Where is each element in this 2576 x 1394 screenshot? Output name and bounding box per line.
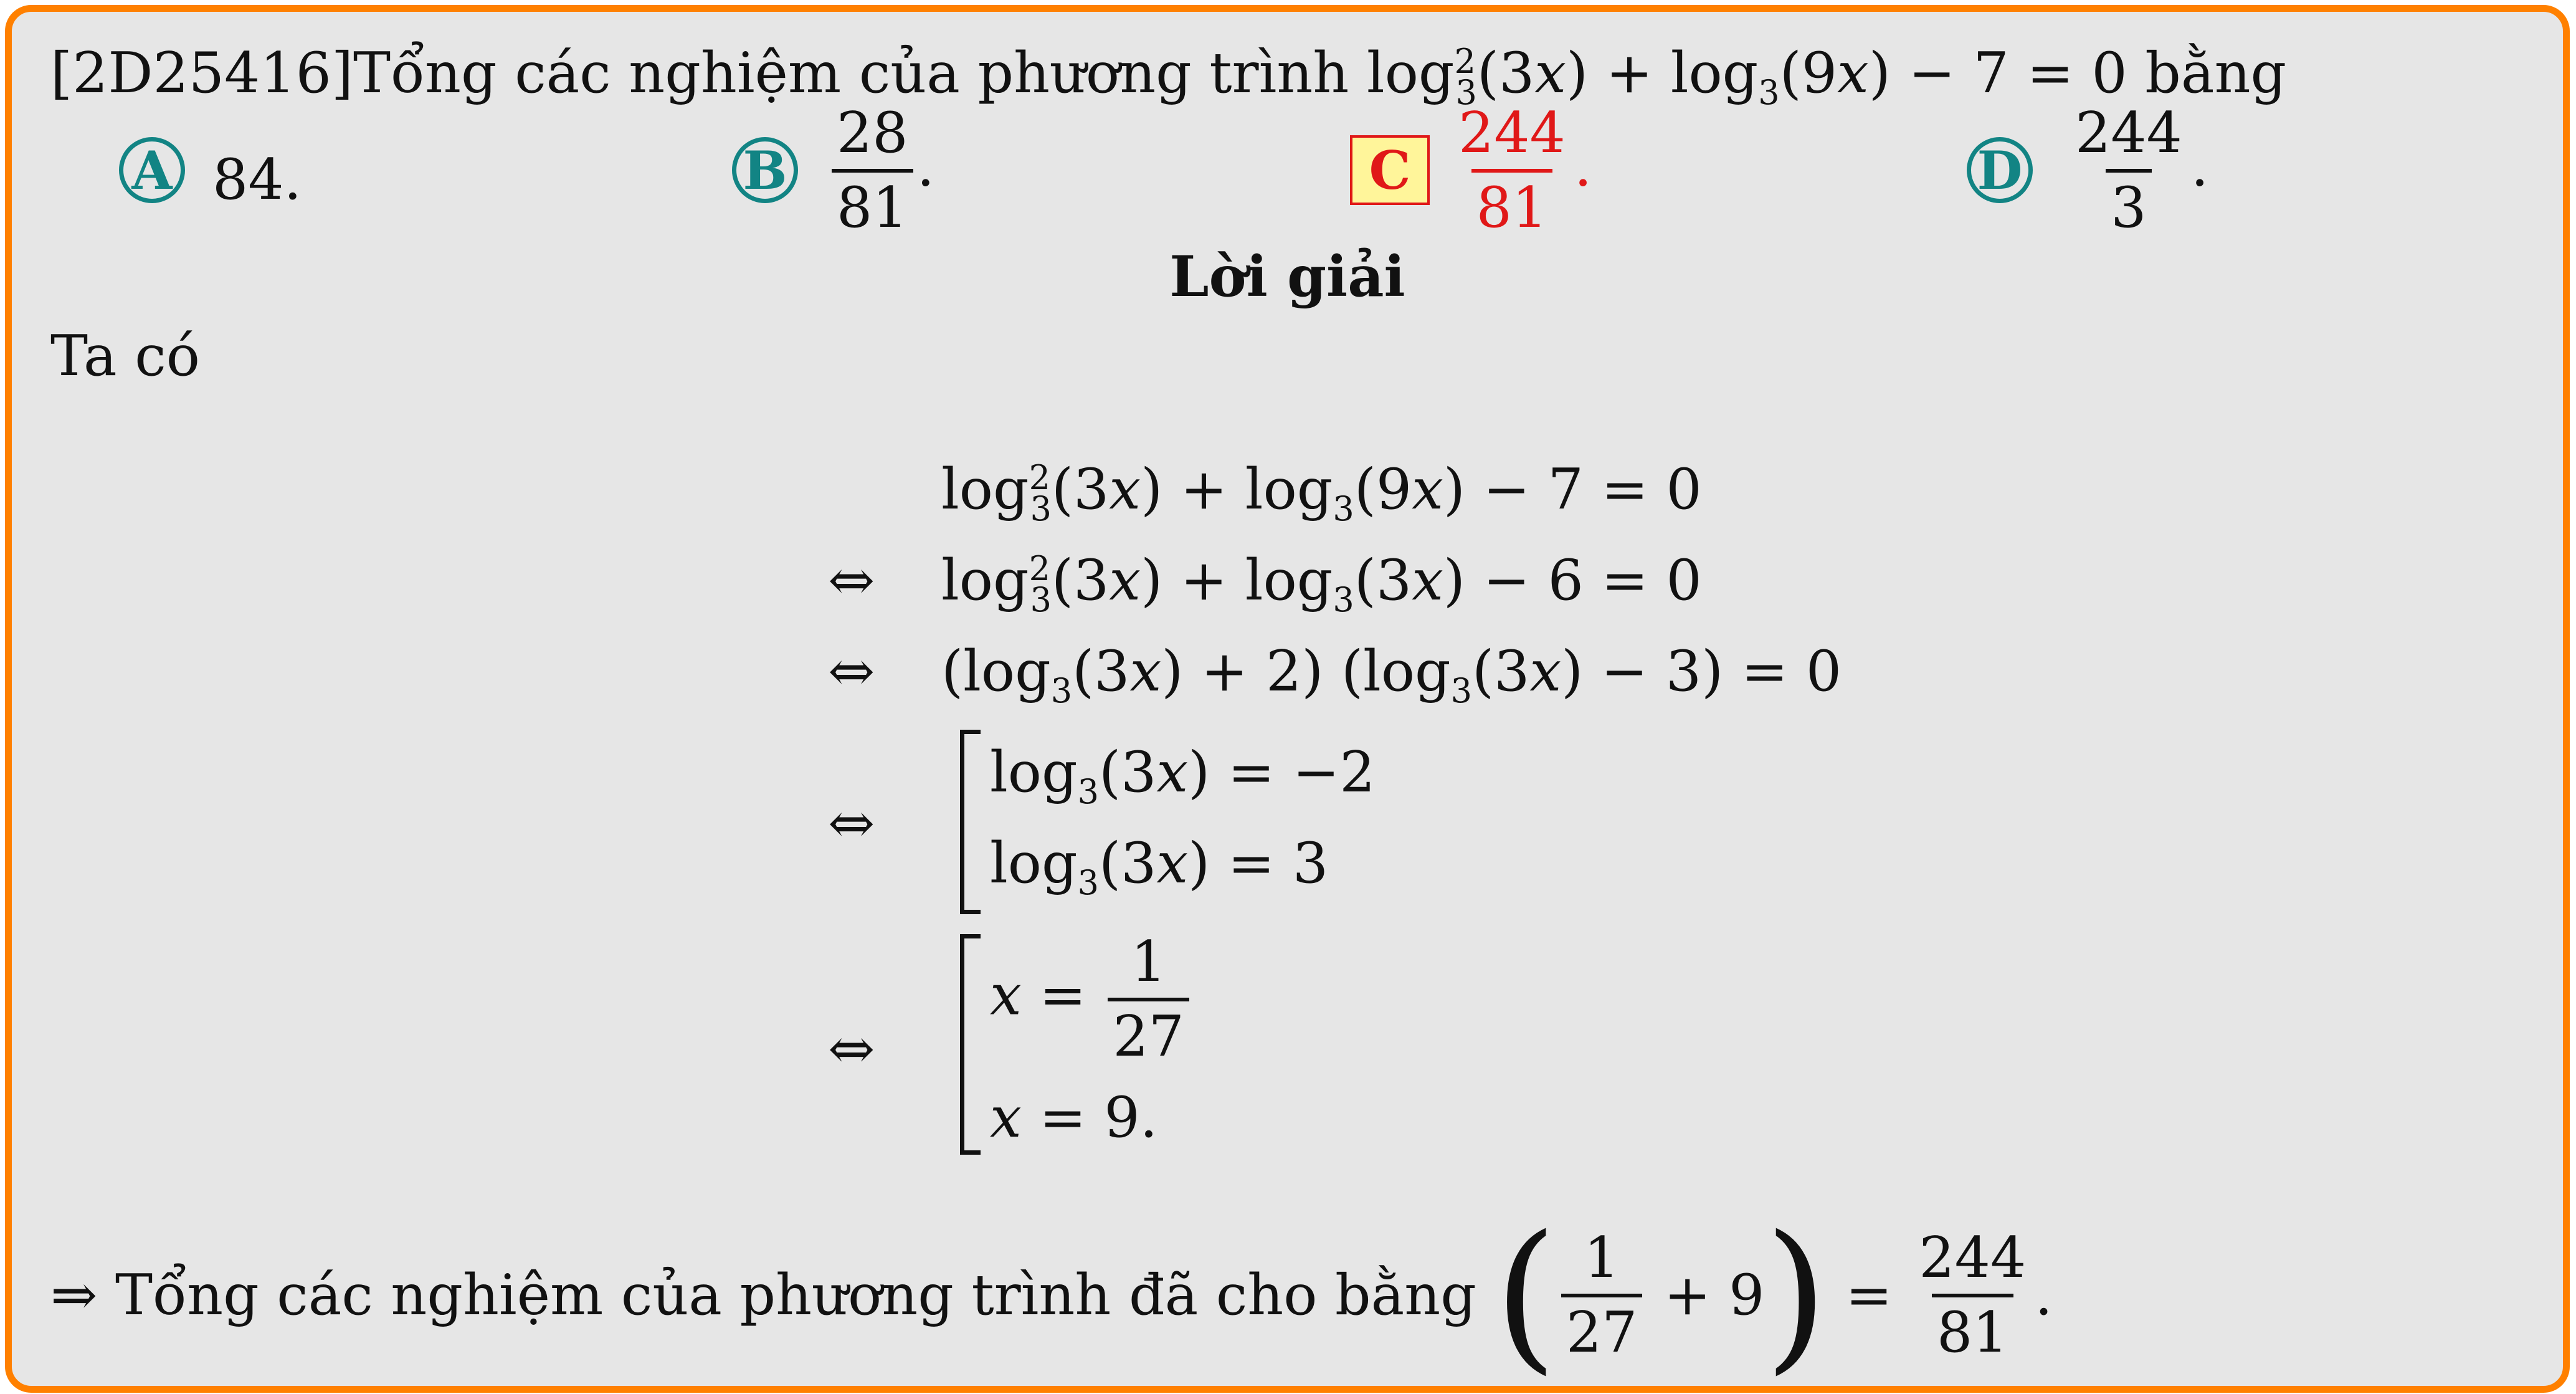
equiv-3: ⇔	[828, 791, 875, 856]
question-line: [2D25416]Tổng các nghiệm của phương trìn…	[50, 45, 2286, 110]
equiv-4: ⇔	[828, 1016, 875, 1082]
equiv-2: ⇔	[828, 639, 875, 704]
question-tail: bằng	[2145, 41, 2287, 106]
step-3: (log3(3x) + 2) (log3(3x) − 3) = 0	[941, 639, 1842, 710]
step-4a: log3(3x) = −2	[990, 740, 1376, 811]
conclusion: ⇒ Tổng các nghiệm của phương trình đã ch…	[50, 1201, 2053, 1390]
option-d-value: 244 3.	[2075, 100, 2209, 241]
question-code: [2D25416]	[50, 41, 353, 106]
conclusion-text: Tổng các nghiệm của phương trình đã cho …	[115, 1263, 1476, 1328]
question-prompt: Tổng các nghiệm của phương trình	[353, 41, 1349, 106]
question-equation: log23(3x) + log3(9x) − 7 = 0	[1366, 41, 2127, 112]
bracket-2	[960, 934, 981, 1155]
option-b-marker[interactable]: B	[732, 137, 798, 203]
equiv-1: ⇔	[828, 548, 875, 613]
solution-intro: Ta có	[50, 323, 200, 389]
step-5a: x = 1 27	[990, 934, 1193, 1065]
question-card: [2D25416]Tổng các nghiệm của phương trìn…	[5, 5, 2570, 1393]
option-c-marker[interactable]: C	[1350, 135, 1430, 205]
option-a-value: 84.	[212, 147, 302, 212]
step-2: log23(3x) + log3(3x) − 6 = 0	[941, 548, 1702, 619]
solution-heading: Lời giải	[1169, 244, 1405, 310]
step-5b: x = 9.	[990, 1085, 1158, 1150]
step-1: log23(3x) + log3(9x) − 7 = 0	[941, 457, 1702, 528]
option-c-value: 244 81.	[1458, 100, 1592, 241]
option-d-marker[interactable]: D	[1967, 137, 2033, 203]
step-4b: log3(3x) = 3	[990, 831, 1329, 902]
option-a-marker[interactable]: A	[119, 137, 185, 203]
option-b-value: 28 81.	[828, 105, 934, 236]
bracket-1	[960, 730, 981, 914]
